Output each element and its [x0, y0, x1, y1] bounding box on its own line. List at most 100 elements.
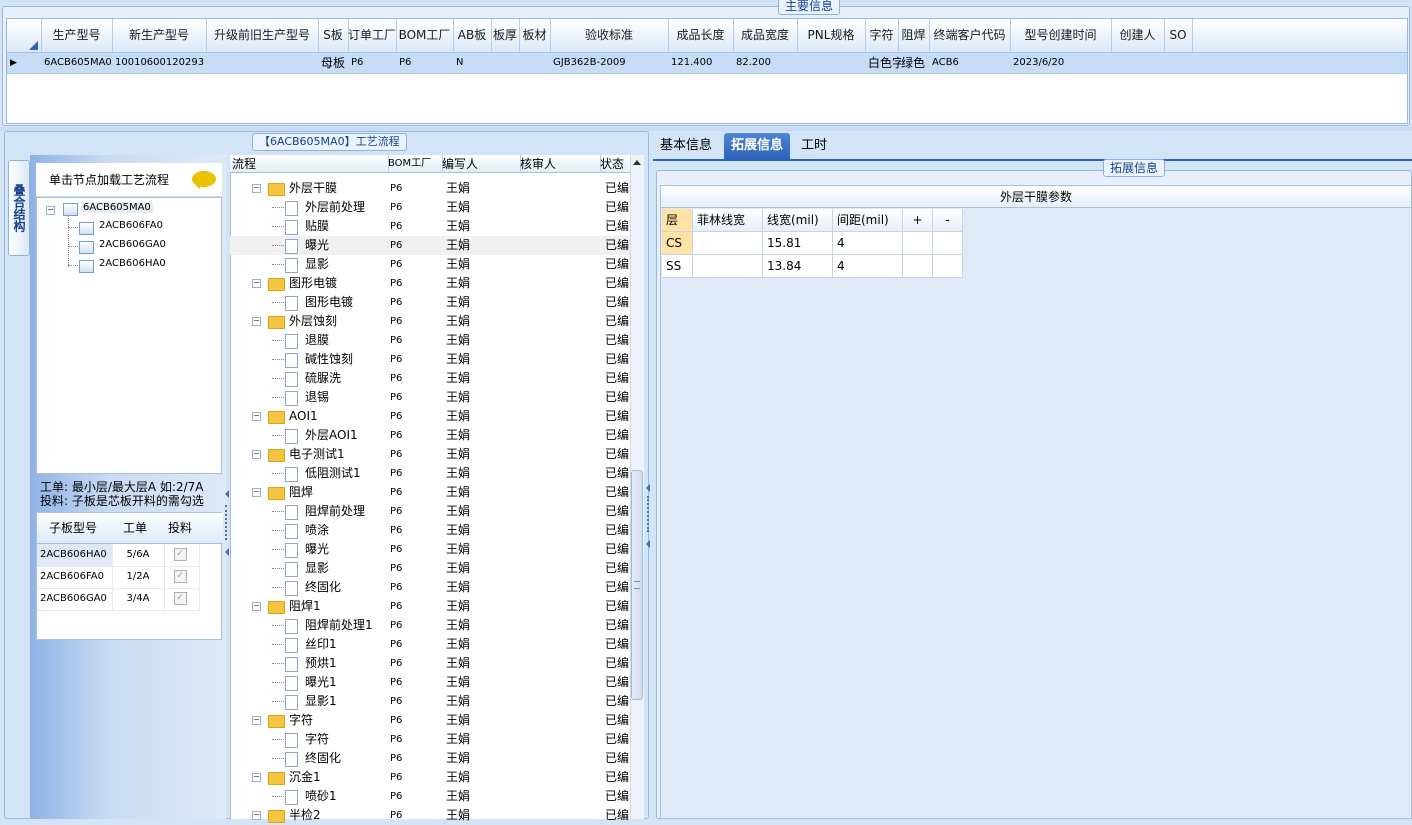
process-name-cell[interactable]: 低阻测试1 [230, 464, 386, 483]
checkbox[interactable]: ✓ [173, 569, 187, 583]
table-cell[interactable] [1111, 53, 1167, 73]
process-name-cell[interactable]: − 外层蚀刻 [230, 312, 386, 331]
table-cell[interactable]: 2ACB606GA0 [37, 588, 113, 611]
table-cell[interactable]: 已编写 [605, 768, 630, 787]
table-cell[interactable]: 王娟 [446, 654, 518, 673]
process-name-cell[interactable]: 喷砂1 [230, 787, 386, 806]
table-cell[interactable]: 已编写 [605, 236, 630, 255]
column-header[interactable]: 型号创建时间 [1010, 19, 1112, 52]
table-cell[interactable]: P6 [390, 426, 440, 445]
process-name-cell[interactable]: 曝光 [230, 540, 386, 559]
table-cell[interactable] [518, 255, 598, 274]
table-cell[interactable] [518, 749, 598, 768]
table-cell[interactable]: P6 [390, 730, 440, 749]
table-cell[interactable]: 已编写 [605, 388, 630, 407]
list-item[interactable]: 曝光 P6 王娟 已编写 [230, 540, 630, 559]
process-name-cell[interactable]: 碱性蚀刻 [230, 350, 386, 369]
table-cell[interactable]: 已编写 [605, 673, 630, 692]
table-cell[interactable]: ✓ [161, 588, 200, 611]
column-header[interactable]: 线宽(mil) [763, 209, 833, 232]
table-cell[interactable]: P6 [390, 502, 440, 521]
table-cell[interactable] [518, 768, 598, 787]
list-item[interactable]: 碱性蚀刻 P6 王娟 已编写 [230, 350, 630, 369]
list-item[interactable]: − 阻焊 P6 王娟 已编写 [230, 483, 630, 502]
collapse-toggle-icon[interactable]: − [252, 317, 261, 326]
table-cell[interactable]: 已编写 [605, 274, 630, 293]
process-name-cell[interactable]: 丝印1 [230, 635, 386, 654]
table-cell[interactable]: 已编写 [605, 255, 630, 274]
splitter-arrow-icon[interactable] [225, 490, 229, 498]
process-name-cell[interactable]: 外层前处理 [230, 198, 386, 217]
splitter-arrow-icon[interactable] [646, 484, 650, 492]
table-cell[interactable]: P6 [390, 578, 440, 597]
table-cell[interactable]: P6 [390, 635, 440, 654]
column-header[interactable]: 层 [662, 209, 693, 232]
list-item[interactable]: 显影1 P6 王娟 已编写 [230, 692, 630, 711]
process-name-cell[interactable]: 字符 [230, 730, 386, 749]
process-name-cell[interactable]: − AOI1 [230, 407, 386, 426]
column-header[interactable]: 状态 [598, 155, 633, 173]
table-cell[interactable]: P6 [390, 597, 440, 616]
tree-node-child[interactable]: 2ACB606FA0 [99, 220, 163, 231]
table-cell[interactable]: 王娟 [446, 502, 518, 521]
table-cell[interactable]: 王娟 [446, 616, 518, 635]
table-cell[interactable]: ✓ [161, 544, 200, 567]
table-cell[interactable] [518, 426, 598, 445]
process-name-cell[interactable]: − 沉金1 [230, 768, 386, 787]
table-cell[interactable]: 10010600120293 [112, 53, 209, 73]
list-item[interactable]: 字符 P6 王娟 已编写 [230, 730, 630, 749]
table-cell[interactable]: 王娟 [446, 578, 518, 597]
table-cell[interactable]: P6 [390, 711, 440, 730]
table-cell[interactable]: 王娟 [446, 749, 518, 768]
table-cell[interactable]: 6ACB605MA0 [41, 53, 115, 73]
column-header[interactable]: BOM工厂 [386, 155, 443, 173]
table-cell[interactable] [518, 635, 598, 654]
process-name-cell[interactable]: 外层AOI1 [230, 426, 386, 445]
table-cell[interactable]: P6 [390, 274, 440, 293]
scroll-up-icon[interactable] [633, 160, 641, 165]
table-cell[interactable]: P6 [390, 217, 440, 236]
column-header[interactable]: 子板型号 [37, 513, 110, 544]
table-cell[interactable] [933, 232, 963, 255]
process-name-cell[interactable]: 阻焊前处理1 [230, 616, 386, 635]
checkbox[interactable]: ✓ [173, 591, 187, 605]
list-item[interactable]: 预烘1 P6 王娟 已编写 [230, 654, 630, 673]
table-cell[interactable]: 王娟 [446, 521, 518, 540]
table-cell[interactable]: 王娟 [446, 274, 518, 293]
tab-stack-structure[interactable]: 叠合结构 [8, 160, 30, 256]
table-cell[interactable]: 已编写 [605, 711, 630, 730]
process-name-cell[interactable]: 退膜 [230, 331, 386, 350]
table-cell[interactable]: 已编写 [605, 426, 630, 445]
table-cell[interactable]: 王娟 [446, 806, 518, 825]
table-cell[interactable]: 王娟 [446, 559, 518, 578]
column-header[interactable]: 投料 [161, 513, 200, 544]
process-name-cell[interactable]: 阻焊前处理 [230, 502, 386, 521]
list-item[interactable]: 终固化 P6 王娟 已编写 [230, 578, 630, 597]
table-cell[interactable] [518, 502, 598, 521]
table-cell[interactable]: 已编写 [605, 521, 630, 540]
tree-node-child[interactable]: 2ACB606HA0 [99, 258, 166, 269]
table-cell[interactable]: 已编写 [605, 635, 630, 654]
table-cell[interactable]: 王娟 [446, 597, 518, 616]
table-cell[interactable]: 王娟 [446, 445, 518, 464]
table-cell[interactable]: 王娟 [446, 426, 518, 445]
list-item[interactable]: 曝光1 P6 王娟 已编写 [230, 673, 630, 692]
table-cell[interactable]: 已编写 [605, 616, 630, 635]
table-cell[interactable]: 王娟 [446, 255, 518, 274]
process-name-cell[interactable]: 图形电镀 [230, 293, 386, 312]
process-name-cell[interactable]: − 阻焊1 [230, 597, 386, 616]
tab-extended-info[interactable]: 拓展信息 [724, 133, 791, 159]
process-name-cell[interactable]: − 字符 [230, 711, 386, 730]
table-cell[interactable]: 王娟 [446, 692, 518, 711]
process-name-cell[interactable]: 终固化 [230, 749, 386, 768]
table-cell[interactable] [518, 559, 598, 578]
process-name-cell[interactable]: − 半检2 [230, 806, 386, 825]
table-cell[interactable]: 王娟 [446, 464, 518, 483]
table-cell[interactable]: P6 [390, 616, 440, 635]
list-item[interactable]: 外层AOI1 P6 王娟 已编写 [230, 426, 630, 445]
column-header[interactable]: 菲林线宽 [693, 209, 763, 232]
table-cell[interactable]: 已编写 [605, 806, 630, 825]
table-cell[interactable] [519, 53, 553, 73]
list-item[interactable]: 低阻测试1 P6 王娟 已编写 [230, 464, 630, 483]
process-name-cell[interactable]: 显影1 [230, 692, 386, 711]
